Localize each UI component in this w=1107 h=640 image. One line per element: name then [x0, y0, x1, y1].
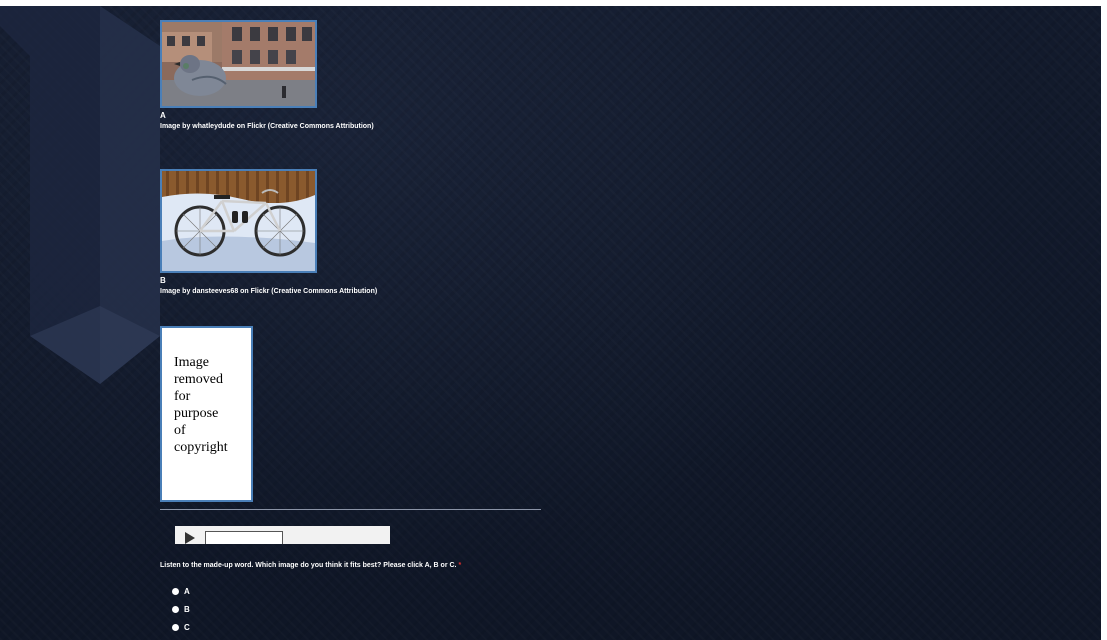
- radio-button-icon[interactable]: [172, 588, 179, 595]
- survey-content: A Image by whatleydude on Flickr (Creati…: [0, 6, 1101, 640]
- image-b-bicycle[interactable]: [160, 169, 317, 273]
- radio-button-icon[interactable]: [172, 624, 179, 631]
- question-text: Listen to the made-up word. Which image …: [160, 562, 457, 569]
- section-divider: [160, 509, 541, 510]
- removed-text-line: of: [174, 423, 186, 438]
- option-c[interactable]: C: [172, 623, 190, 632]
- removed-text-line: for: [174, 389, 191, 404]
- image-c-removed-placeholder[interactable]: Image removed for purpose of copyright: [160, 326, 253, 502]
- bicycle-photo: [162, 171, 315, 271]
- question-label: Listen to the made-up word. Which image …: [160, 562, 461, 569]
- pigeon-photo: [162, 22, 315, 106]
- removed-text-line: copyright: [174, 440, 228, 455]
- option-b[interactable]: B: [172, 605, 190, 614]
- required-marker: *: [458, 562, 462, 569]
- image-a-pigeon[interactable]: [160, 20, 317, 108]
- audio-player[interactable]: [175, 526, 390, 544]
- page-background: A Image by whatleydude on Flickr (Creati…: [0, 6, 1101, 640]
- removed-text-line: purpose: [174, 406, 219, 421]
- audio-progress-bar[interactable]: [205, 531, 283, 544]
- image-b-credit: Image by dansteeves68 on Flickr (Creativ…: [160, 288, 378, 295]
- image-a-letter: A: [160, 111, 166, 120]
- image-a-credit: Image by whatleydude on Flickr (Creative…: [160, 123, 374, 130]
- option-label: A: [184, 587, 190, 596]
- removed-text-line: removed: [174, 372, 223, 387]
- play-icon[interactable]: [185, 532, 195, 544]
- removed-text-line: Image: [174, 355, 209, 370]
- option-label: C: [184, 623, 190, 632]
- radio-button-icon[interactable]: [172, 606, 179, 613]
- option-a[interactable]: A: [172, 587, 190, 596]
- image-b-letter: B: [160, 276, 166, 285]
- option-label: B: [184, 605, 190, 614]
